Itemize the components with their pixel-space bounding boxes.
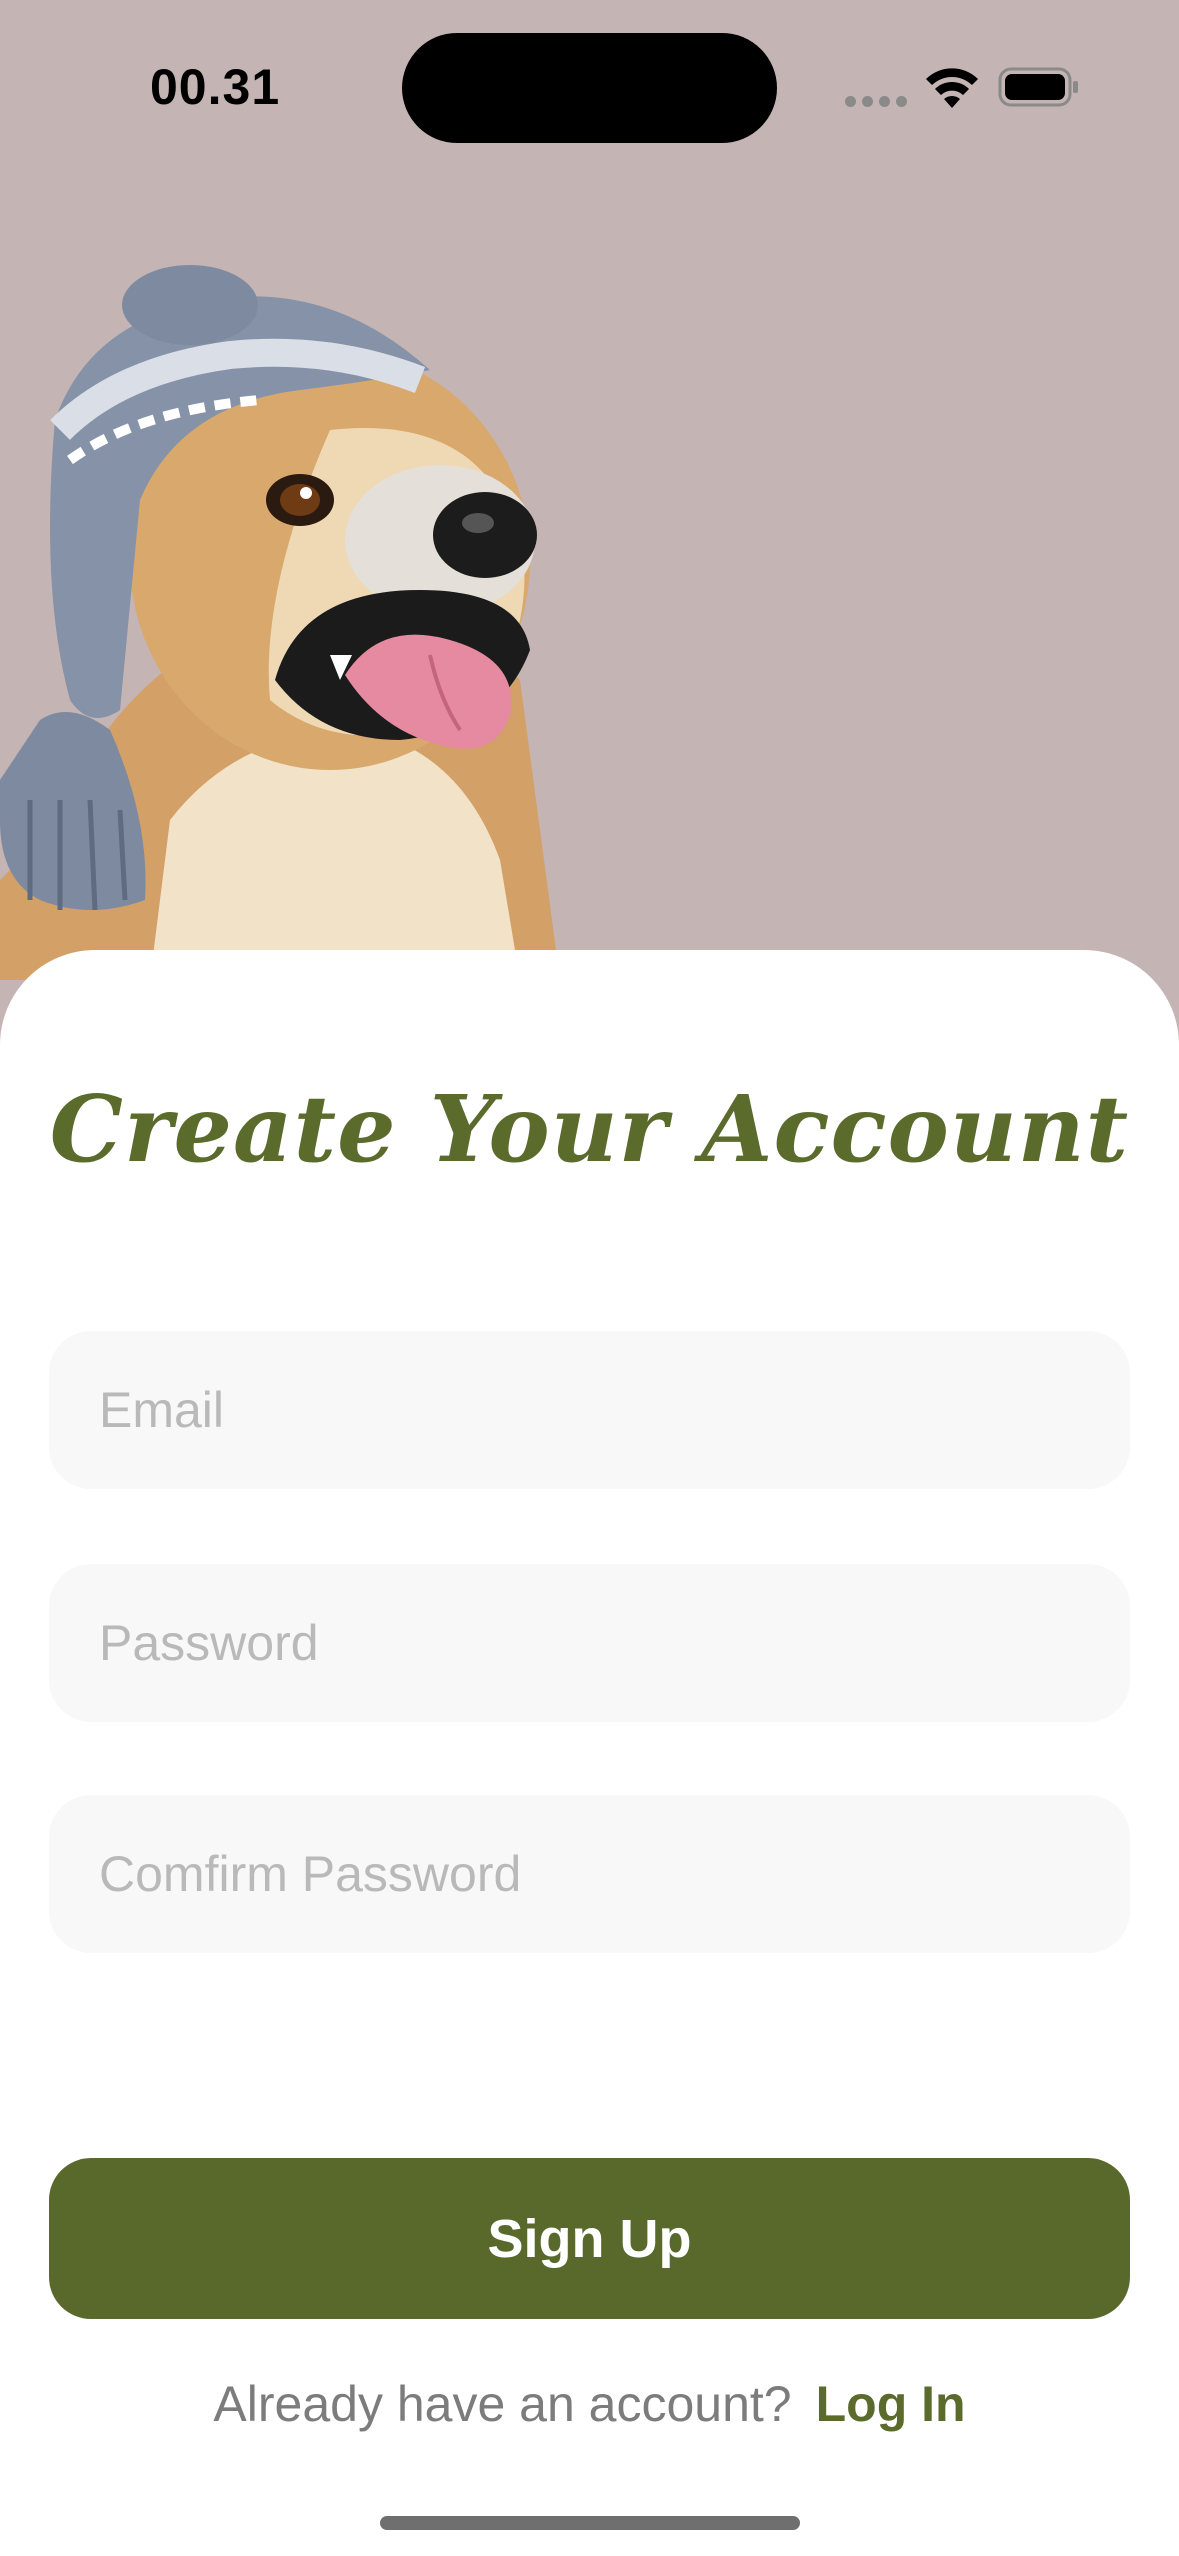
password-field[interactable] bbox=[49, 1564, 1130, 1722]
battery-icon bbox=[998, 67, 1078, 107]
login-prompt-text: Already have an account? bbox=[213, 2376, 792, 2432]
page-title: Create Your Account bbox=[49, 1075, 1130, 1183]
email-field[interactable] bbox=[49, 1331, 1130, 1489]
sign-up-button[interactable]: Sign Up bbox=[49, 2158, 1130, 2319]
password-input[interactable] bbox=[97, 1613, 1130, 1673]
dog-illustration bbox=[0, 265, 560, 980]
wifi-icon bbox=[926, 68, 978, 108]
confirm-password-field[interactable] bbox=[49, 1795, 1130, 1953]
email-input[interactable] bbox=[97, 1380, 1130, 1440]
home-indicator[interactable] bbox=[380, 2516, 800, 2530]
status-time: 00.31 bbox=[150, 59, 281, 115]
login-prompt: Already have an account? Log In bbox=[0, 2375, 1179, 2433]
signup-screen: 00.31 Create Your Account Email Sign Up … bbox=[0, 0, 1179, 2556]
log-in-link[interactable]: Log In bbox=[816, 2376, 966, 2432]
dynamic-island bbox=[402, 33, 777, 143]
cellular-signal-icon bbox=[845, 96, 907, 107]
confirm-password-input[interactable] bbox=[97, 1844, 1130, 1904]
